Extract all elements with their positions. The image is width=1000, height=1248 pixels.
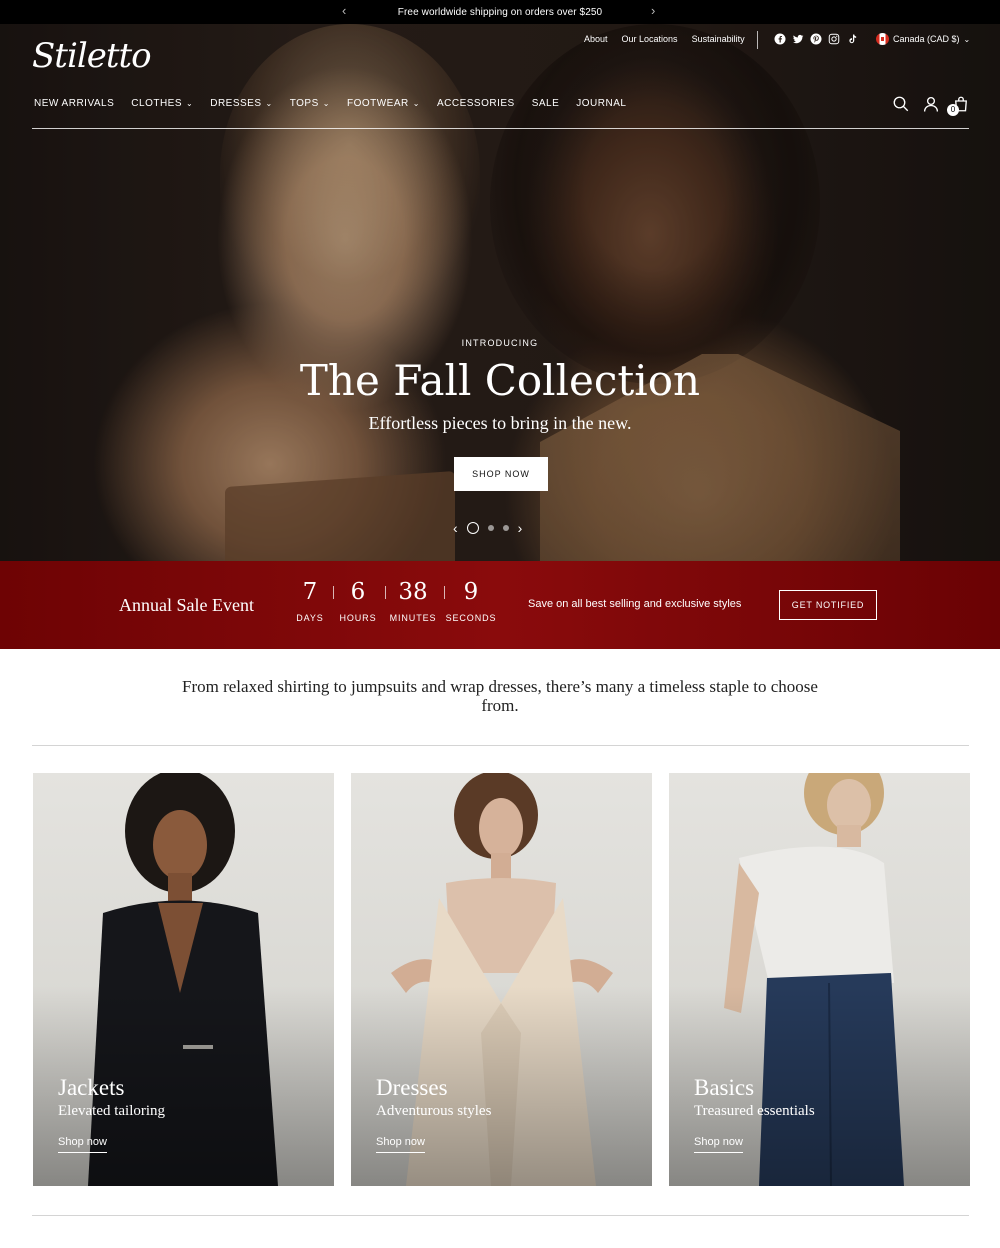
nav-item-dresses[interactable]: DRESSES ⌄ bbox=[210, 98, 273, 109]
hero-slider-controls: ‹ › bbox=[453, 520, 522, 536]
nav-label: DRESSES bbox=[210, 98, 262, 109]
nav-item-new-arrivals[interactable]: NEW ARRIVALS bbox=[34, 98, 114, 109]
countdown-value: 38 bbox=[398, 579, 428, 605]
tiktok-icon[interactable] bbox=[846, 33, 858, 45]
pinterest-icon[interactable] bbox=[810, 33, 822, 45]
category-title: Dresses bbox=[376, 1075, 448, 1100]
get-notified-button[interactable]: GET NOTIFIED bbox=[779, 590, 877, 620]
slider-dot-2[interactable] bbox=[487, 525, 494, 531]
currency-label: Canada (CAD $) bbox=[893, 34, 960, 44]
sale-countdown-band: Annual Sale Event 7 DAYS 6 HOURS 38 MINU… bbox=[0, 561, 1000, 649]
hero-subtitle: Effortless pieces to bring in the new. bbox=[368, 413, 632, 433]
hero-eyebrow: INTRODUCING bbox=[461, 338, 539, 348]
nav-label: SALE bbox=[531, 98, 560, 109]
countdown-label: HOURS bbox=[339, 613, 377, 623]
twitter-icon[interactable] bbox=[792, 33, 804, 45]
site-logo[interactable]: Stiletto bbox=[32, 36, 152, 76]
chevron-down-icon: ⌄ bbox=[412, 99, 420, 108]
category-card-dresses[interactable]: Dresses Adventurous styles Shop now bbox=[351, 773, 652, 1186]
social-links bbox=[774, 33, 858, 45]
countdown-seconds: 9 SECONDS bbox=[441, 579, 501, 623]
nav-item-accessories[interactable]: ACCESSORIES bbox=[437, 98, 515, 109]
announcement-next-icon[interactable]: › bbox=[651, 3, 655, 18]
category-title: Basics bbox=[694, 1075, 755, 1100]
section-divider bbox=[32, 1215, 969, 1216]
utility-link-about[interactable]: About bbox=[584, 34, 608, 44]
intro-text: From relaxed shirting to jumpsuits and w… bbox=[182, 677, 818, 715]
countdown-value: 6 bbox=[350, 579, 366, 605]
shop-now-link[interactable]: Shop now bbox=[694, 1136, 743, 1153]
countdown-hours: 6 HOURS bbox=[328, 579, 388, 623]
shop-now-link[interactable]: Shop now bbox=[376, 1136, 425, 1153]
header-icons: 0 bbox=[892, 95, 970, 116]
nav-item-journal[interactable]: JOURNAL bbox=[576, 98, 626, 109]
utility-link-sustainability[interactable]: Sustainability bbox=[692, 34, 745, 44]
shop-now-link[interactable]: Shop now bbox=[58, 1136, 107, 1153]
category-text: Basics Treasured essentials Shop now bbox=[694, 1075, 815, 1153]
category-card-jackets[interactable]: Jackets Elevated tailoring Shop now bbox=[33, 773, 334, 1186]
category-text: Jackets Elevated tailoring Shop now bbox=[58, 1075, 165, 1153]
canada-flag-icon bbox=[876, 33, 889, 45]
category-text: Dresses Adventurous styles Shop now bbox=[376, 1075, 491, 1153]
currency-selector[interactable]: Canada (CAD $) ⌄ bbox=[876, 33, 970, 45]
category-subtitle: Elevated tailoring bbox=[58, 1103, 166, 1119]
nav-label: CLOTHES bbox=[131, 98, 183, 109]
countdown-label: MINUTES bbox=[389, 613, 437, 623]
category-title: Jackets bbox=[58, 1075, 125, 1100]
chevron-down-icon: ⌄ bbox=[963, 34, 971, 44]
countdown-minutes: 38 MINUTES bbox=[383, 579, 443, 623]
hero-title: The Fall Collection bbox=[299, 356, 701, 405]
utility-divider bbox=[757, 31, 758, 49]
countdown-value: 9 bbox=[463, 579, 479, 605]
cart-count-badge: 0 bbox=[947, 104, 959, 116]
announcement-bar: ‹ Free worldwide shipping on orders over… bbox=[0, 0, 1000, 24]
search-icon[interactable] bbox=[892, 95, 910, 113]
slider-dot-3[interactable] bbox=[502, 525, 509, 531]
main-nav: NEW ARRIVALS CLOTHES ⌄ DRESSES ⌄ TOPS ⌄ FOO… bbox=[34, 98, 626, 109]
facebook-icon[interactable] bbox=[774, 33, 786, 45]
slider-dot-1[interactable] bbox=[466, 522, 479, 534]
nav-item-sale[interactable]: SALE bbox=[532, 98, 560, 109]
nav-item-tops[interactable]: TOPS ⌄ bbox=[290, 98, 330, 109]
nav-label: NEW ARRIVALS bbox=[34, 98, 115, 109]
nav-label: FOOTWEAR bbox=[346, 98, 409, 109]
sale-title: Annual Sale Event bbox=[119, 595, 254, 615]
utility-link-locations[interactable]: Our Locations bbox=[622, 34, 678, 44]
category-subtitle: Adventurous styles bbox=[376, 1103, 492, 1119]
category-subtitle: Treasured essentials bbox=[694, 1103, 815, 1119]
chevron-down-icon: ⌄ bbox=[186, 99, 194, 108]
nav-item-footwear[interactable]: FOOTWEAR ⌄ bbox=[347, 98, 420, 109]
nav-label: ACCESSORIES bbox=[436, 98, 515, 109]
nav-item-clothes[interactable]: CLOTHES ⌄ bbox=[131, 98, 193, 109]
instagram-icon[interactable] bbox=[828, 33, 840, 45]
chevron-down-icon: ⌄ bbox=[265, 99, 273, 108]
hero-content: INTRODUCING The Fall Collection Effortle… bbox=[0, 338, 1000, 434]
hero-shop-now-button[interactable]: SHOP NOW bbox=[454, 457, 548, 491]
account-icon[interactable] bbox=[922, 95, 940, 113]
nav-label: TOPS bbox=[289, 98, 319, 109]
countdown-label: SECONDS bbox=[445, 613, 497, 623]
chevron-down-icon: ⌄ bbox=[322, 99, 330, 108]
announcement-text: Free worldwide shipping on orders over $… bbox=[397, 6, 603, 18]
utility-nav: About Our Locations Sustainability bbox=[584, 34, 745, 44]
announcement-prev-icon[interactable]: ‹ bbox=[342, 3, 346, 18]
section-divider bbox=[32, 745, 969, 746]
nav-label: JOURNAL bbox=[576, 98, 627, 109]
category-card-basics[interactable]: Basics Treasured essentials Shop now bbox=[669, 773, 970, 1186]
sale-message: Save on all best selling and exclusive s… bbox=[528, 598, 742, 610]
slider-prev-icon[interactable]: ‹ bbox=[453, 520, 458, 536]
slider-next-icon[interactable]: › bbox=[518, 520, 523, 536]
cart-icon[interactable]: 0 bbox=[947, 95, 970, 116]
header-divider bbox=[32, 128, 969, 129]
